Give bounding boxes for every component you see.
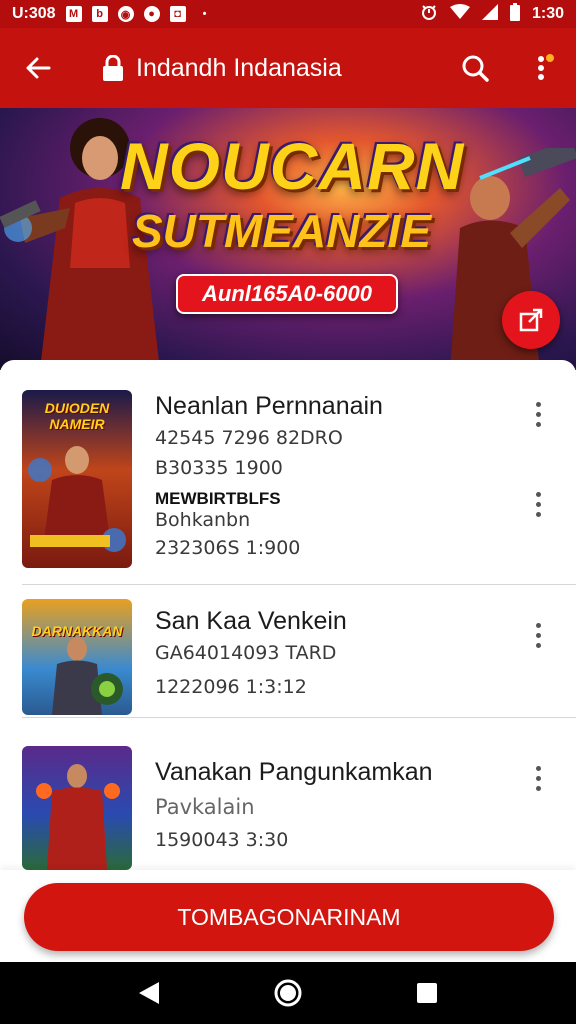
system-nav-bar — [0, 962, 576, 1024]
back-button[interactable] — [18, 48, 58, 88]
thumbnail-caption: DUIODEN NAMEIR — [44, 400, 110, 432]
item-title: Neanlan Pernnanain — [155, 392, 383, 420]
primary-action-button[interactable]: TOMBAGONARINAM — [24, 883, 554, 951]
item-meta-4: Bohkanbn — [155, 509, 251, 531]
game-thumbnail: DUIODEN NAMEIR — [22, 390, 132, 568]
item-more-button[interactable] — [526, 760, 550, 796]
status-right: 1:30 — [420, 2, 564, 26]
share-button[interactable] — [502, 291, 560, 349]
battery-icon — [509, 2, 520, 26]
item-meta-2: B30335 1900 — [155, 457, 283, 479]
item-meta-5: 232306S 1:900 — [155, 537, 301, 559]
item-title: San Kaa Venkein — [155, 607, 347, 635]
banner-title-line2: SUTMEANZIE — [132, 205, 431, 257]
status-left: U:308 M b ◉ ● ◘ • — [12, 5, 214, 23]
wifi-icon — [449, 3, 470, 25]
list-item[interactable]: DUIODEN NAMEIR Neanlan Pernnanain 42545 … — [0, 360, 576, 585]
alarm-icon — [420, 3, 438, 26]
square-app-icon: b — [91, 6, 108, 22]
game-list: DUIODEN NAMEIR Neanlan Pernnanain 42545 … — [0, 360, 576, 870]
camera-icon: ◘ — [169, 6, 186, 22]
chat-icon: ● — [143, 6, 160, 22]
share-icon — [519, 308, 543, 332]
game-thumbnail — [22, 746, 132, 870]
page-title: Indandh Indanasia — [136, 53, 342, 82]
item-title: Vanakan Pangunkamkan — [155, 758, 433, 786]
item-meta-1: Pavkalain — [155, 795, 255, 819]
bottom-action-area: TOMBAGONARINAM — [0, 870, 576, 962]
item-text: Neanlan Pernnanain 42545 7296 82DRO B303… — [155, 392, 516, 559]
signal-icon — [481, 3, 498, 25]
status-bar: U:308 M b ◉ ● ◘ • 1:30 — [0, 0, 576, 28]
nav-recents-button[interactable] — [407, 973, 447, 1013]
nav-recents-icon — [416, 983, 437, 1003]
item-more-button-secondary[interactable] — [526, 486, 550, 522]
nav-home-button[interactable] — [268, 973, 308, 1013]
nav-back-icon — [139, 982, 160, 1004]
app-actions — [458, 51, 558, 85]
dot-icon: • — [202, 8, 207, 20]
item-more-button[interactable] — [526, 617, 550, 653]
gmail-icon: M — [65, 6, 82, 22]
messenger-icon: ◉ — [117, 6, 134, 22]
game-thumbnail: DARNAKKAN — [22, 599, 132, 715]
nav-home-icon — [274, 979, 302, 1007]
item-meta-1: 42545 7296 82DRO — [155, 427, 343, 449]
banner-pill-button[interactable]: Aunl165A0-6000 — [176, 274, 398, 314]
item-more-button[interactable] — [526, 396, 550, 432]
nav-back-button[interactable] — [129, 973, 169, 1013]
thumbnail-caption: DARNAKKAN — [31, 623, 123, 639]
item-meta-2: 1222096 1:3:12 — [155, 676, 307, 698]
lock-icon — [102, 55, 124, 81]
search-icon — [462, 55, 489, 82]
banner-title-line1: NOUCARN — [120, 129, 465, 203]
more-vertical-icon — [538, 56, 544, 80]
item-text: Vanakan Pangunkamkan Pavkalain 1590043 3… — [155, 758, 516, 851]
search-button[interactable] — [458, 51, 492, 85]
notification-dot — [546, 54, 554, 62]
more-options-button[interactable] — [524, 51, 558, 85]
back-arrow-icon — [26, 57, 51, 79]
status-time: 1:30 — [531, 5, 564, 22]
item-meta-1: GA64014093 TARD — [155, 642, 337, 664]
list-item[interactable]: DARNAKKAN San Kaa Venkein GA64014093 TAR… — [0, 585, 576, 718]
status-left-time: U:308 — [12, 5, 56, 22]
item-meta-3: MEWBIRTBLFS — [155, 489, 281, 508]
list-item[interactable]: Vanakan Pangunkamkan Pavkalain 1590043 3… — [0, 718, 576, 870]
promo-banner[interactable]: NOUCARN SUTMEANZIE Aunl165A0-6000 — [0, 108, 576, 370]
item-meta-2: 1590043 3:30 — [155, 829, 289, 851]
app-bar: Indandh Indanasia — [0, 28, 576, 108]
item-text: San Kaa Venkein GA64014093 TARD 1222096 … — [155, 607, 516, 698]
